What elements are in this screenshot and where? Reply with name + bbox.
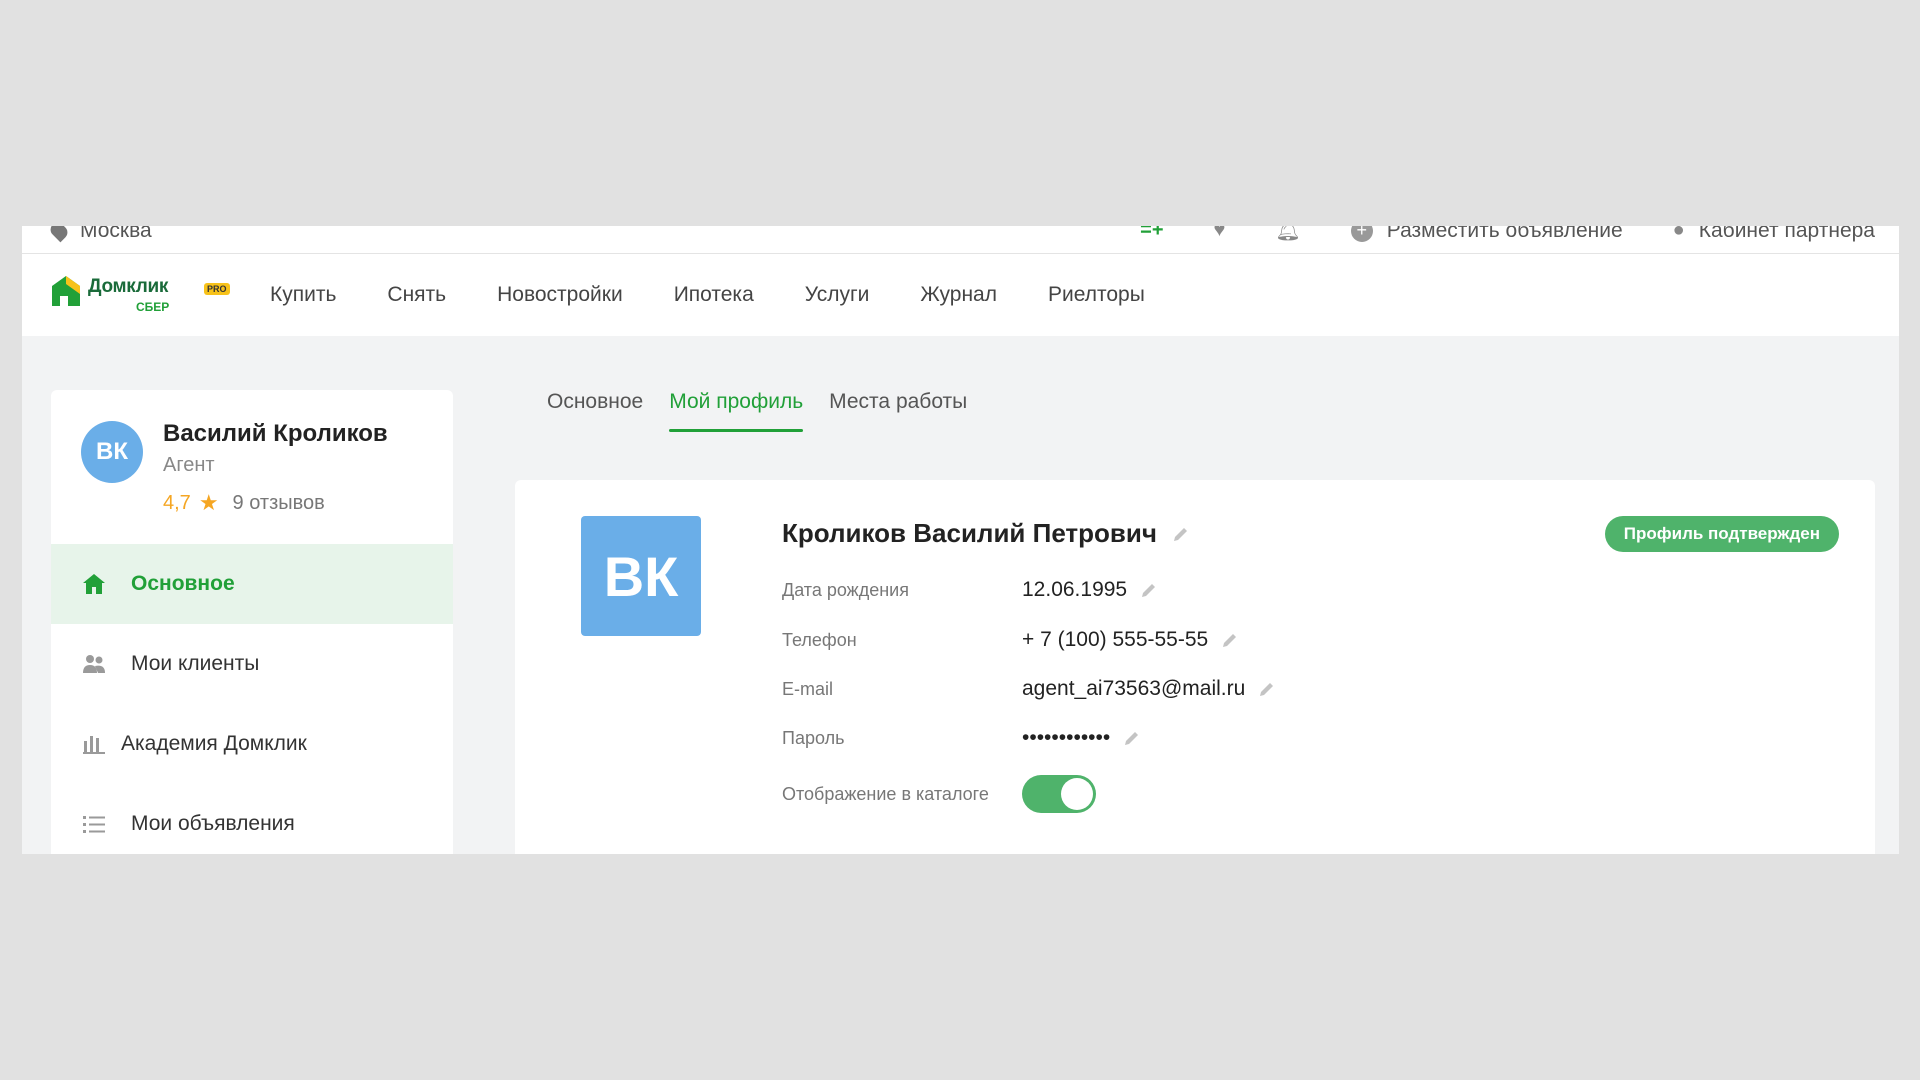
nav-links: Купить Снять Новостройки Ипотека Услуги … <box>270 254 1196 336</box>
profile-verified-badge: Профиль подтвержден <box>1604 516 1839 552</box>
catalog-display-toggle[interactable] <box>1022 775 1096 813</box>
user-rating: 4,7 ★ 9 отзывов <box>163 490 325 516</box>
reviews-link[interactable]: 9 отзывов <box>233 492 325 515</box>
domclick-logo[interactable]: Домклик PRO СБЕР <box>50 270 230 318</box>
nav-item-new-buildings[interactable]: Новостройки <box>497 283 623 307</box>
city-selector[interactable]: Москва <box>47 226 152 243</box>
nav-item-services[interactable]: Услуги <box>805 283 870 307</box>
password-label: Пароль <box>782 727 845 748</box>
city-label: Москва <box>80 226 152 242</box>
clients-icon <box>81 651 107 677</box>
catalog-display-row: Отображение в каталоге <box>782 775 1096 813</box>
edit-email-pencil-icon[interactable] <box>1257 679 1277 699</box>
logo-brand-text: Домклик <box>88 276 169 297</box>
phone-label: Телефон <box>782 629 857 650</box>
catalog-display-value <box>1022 775 1096 813</box>
nav-item-buy[interactable]: Купить <box>270 283 336 307</box>
email-row: E-mail agent_ai73563@mail.ru <box>782 677 1277 701</box>
sidebar-item-clients[interactable]: Мои клиенты <box>51 624 453 704</box>
password-row: Пароль •••••••••••• <box>782 726 1142 750</box>
user-role: Агент <box>163 454 215 476</box>
location-pin-icon <box>47 226 71 242</box>
sidebar-item-listings[interactable]: Мои объявления <box>51 784 453 854</box>
logo-pro-badge: PRO <box>204 283 230 295</box>
birth-date-label: Дата рождения <box>782 579 909 600</box>
avatar[interactable]: ВК <box>81 421 143 483</box>
list-icon <box>81 811 107 837</box>
phone-text: + 7 (100) 555-55-55 <box>1022 628 1209 651</box>
profile-avatar[interactable]: ВК <box>581 516 701 636</box>
edit-name-pencil-icon[interactable] <box>1171 524 1191 544</box>
logo-sber-text: СБЕР <box>136 300 170 314</box>
favorites-heart-icon[interactable]: ♥ <box>1214 226 1226 242</box>
nav-item-rent[interactable]: Снять <box>387 283 446 307</box>
partner-cabinet-label: Кабинет партнера <box>1698 226 1875 242</box>
compare-icon[interactable]: =+ <box>1140 226 1163 242</box>
academy-icon <box>81 731 107 757</box>
post-ad-label: Разместить объявление <box>1386 226 1623 242</box>
sidebar-item-label: Основное <box>131 572 235 595</box>
user-card: ВК Василий Кроликов Агент 4,7 ★ 9 отзыво… <box>51 390 453 544</box>
email-label: E-mail <box>782 678 834 699</box>
tab-main[interactable]: Основное <box>547 390 643 432</box>
edit-birth-date-pencil-icon[interactable] <box>1139 580 1159 600</box>
catalog-display-label: Отображение в каталоге <box>782 783 989 804</box>
top-utility-bar: Москва =+ ♥ 🔔︎ + Разместить объявление ●… <box>22 226 1899 254</box>
password-text: •••••••••••• <box>1022 726 1111 749</box>
edit-password-pencil-icon[interactable] <box>1122 728 1142 748</box>
profile-card: ВК Кроликов Василий Петрович Профиль под… <box>515 480 1875 854</box>
rating-score: 4,7 <box>163 491 191 514</box>
nav-item-mortgage[interactable]: Ипотека <box>674 283 754 307</box>
sidebar-item-main[interactable]: Основное <box>51 544 453 624</box>
nav-item-realtors[interactable]: Риелторы <box>1048 283 1145 307</box>
birth-date-text: 12.06.1995 <box>1022 578 1128 601</box>
sidebar: ВК Василий Кроликов Агент 4,7 ★ 9 отзыво… <box>51 390 453 854</box>
app-frame: Москва =+ ♥ 🔔︎ + Разместить объявление ●… <box>22 226 1899 854</box>
email-value: agent_ai73563@mail.ru <box>1022 677 1277 701</box>
partner-cabinet-link[interactable]: ● Кабинет партнера <box>1673 226 1875 243</box>
birth-date-row: Дата рождения 12.06.1995 <box>782 578 1159 602</box>
user-name: Василий Кроликов <box>163 420 388 447</box>
notifications-bell-icon[interactable]: 🔔︎ <box>1275 226 1300 243</box>
toggle-knob <box>1061 778 1093 810</box>
sidebar-item-label: Академия Домклик <box>121 732 307 755</box>
birth-date-value: 12.06.1995 <box>1022 578 1159 602</box>
logo-house-icon <box>52 276 80 306</box>
full-name-text: Кроликов Василий Петрович <box>782 518 1157 548</box>
phone-row: Телефон + 7 (100) 555-55-55 <box>782 628 1240 652</box>
email-text: agent_ai73563@mail.ru <box>1022 677 1246 700</box>
nav-item-journal[interactable]: Журнал <box>920 283 997 307</box>
sidebar-item-academy[interactable]: Академия Домклик <box>51 704 453 784</box>
home-icon <box>81 571 107 597</box>
tab-my-profile[interactable]: Мой профиль <box>669 390 803 432</box>
profile-tabs: Основное Мой профиль Места работы <box>547 390 967 432</box>
plus-circle-icon: + <box>1350 226 1373 242</box>
star-icon: ★ <box>198 490 219 515</box>
edit-phone-pencil-icon[interactable] <box>1220 630 1240 650</box>
phone-value: + 7 (100) 555-55-55 <box>1022 628 1240 652</box>
full-name: Кроликов Василий Петрович <box>782 518 1191 549</box>
tab-workplaces[interactable]: Места работы <box>829 390 967 432</box>
main-navbar: Домклик PRO СБЕР Купить Снять Новостройк… <box>22 254 1899 336</box>
user-icon: ● <box>1672 226 1685 241</box>
post-ad-link[interactable]: + Разместить объявление <box>1350 226 1623 243</box>
sidebar-item-label: Мои клиенты <box>131 652 260 675</box>
sidebar-item-label: Мои объявления <box>131 812 295 835</box>
password-value: •••••••••••• <box>1022 726 1142 750</box>
